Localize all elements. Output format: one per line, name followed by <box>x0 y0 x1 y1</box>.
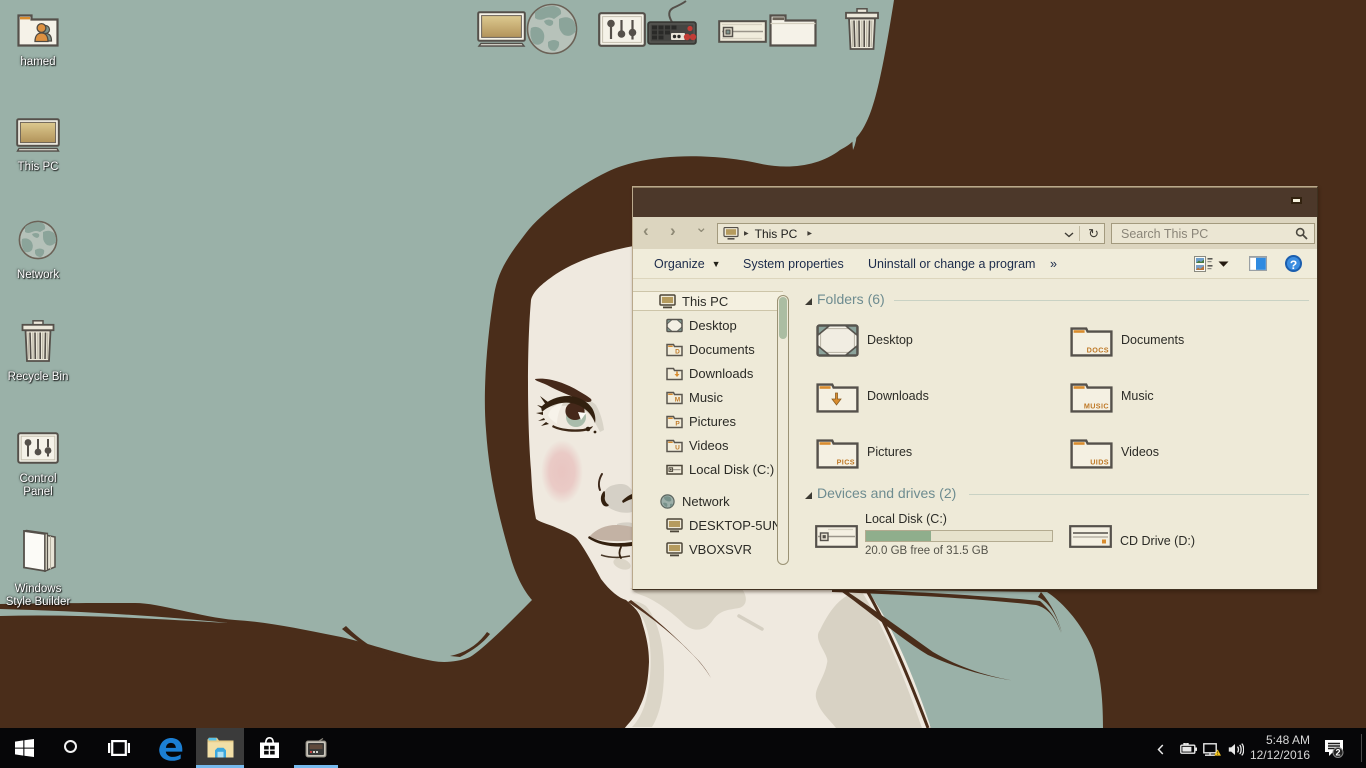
svg-text:DOCS: DOCS <box>1087 345 1109 354</box>
svg-text:MUSIC: MUSIC <box>1084 401 1109 410</box>
svg-text:U: U <box>675 444 680 451</box>
svg-text:P: P <box>675 420 680 427</box>
svg-text:2: 2 <box>1335 748 1340 758</box>
svg-text:PICS: PICS <box>837 457 855 466</box>
svg-text:D: D <box>675 348 680 355</box>
svg-text:M: M <box>675 396 680 403</box>
svg-text:UIDS: UIDS <box>1090 457 1109 466</box>
